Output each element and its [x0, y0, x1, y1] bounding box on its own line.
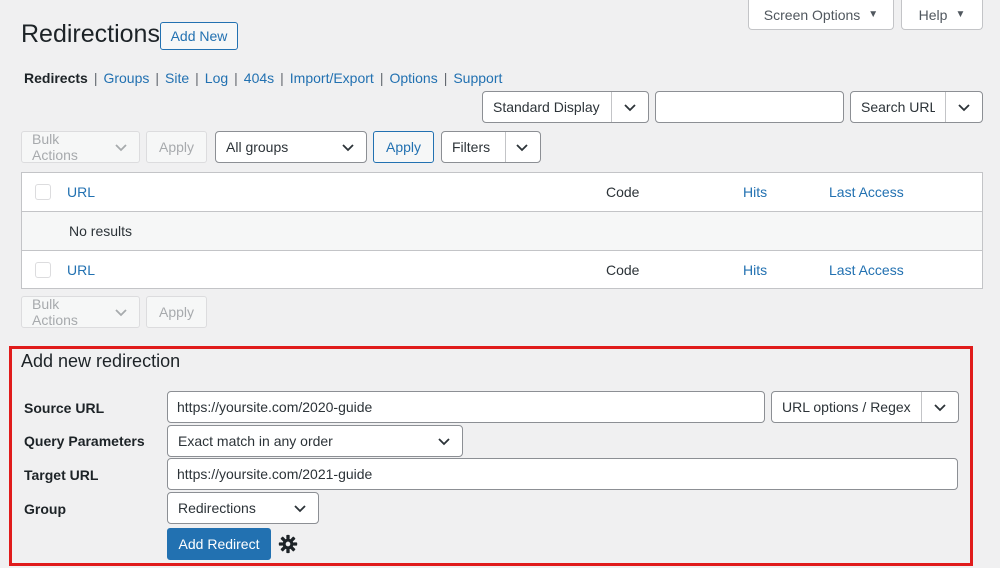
target-url-label: Target URL — [24, 467, 99, 483]
apply-bulk-button-bottom[interactable]: Apply — [146, 296, 207, 328]
query-parameters-select[interactable]: Exact match in any order — [167, 425, 463, 457]
table-footer-row: URL Code Hits Last Access — [22, 250, 982, 289]
source-url-input[interactable]: https://yoursite.com/2020-guide — [167, 391, 765, 423]
apply-bulk-button-top[interactable]: Apply — [146, 131, 207, 163]
chevron-down-icon — [624, 104, 636, 112]
search-type-select[interactable]: Search URL — [850, 91, 983, 123]
subnav-separator: | — [93, 70, 98, 86]
column-footer-hits[interactable]: Hits — [743, 262, 767, 278]
subsubsub-nav: Redirects | Groups | Site | Log | 404s |… — [24, 70, 502, 86]
target-url-value: https://yoursite.com/2021-guide — [177, 466, 373, 482]
chevron-down-icon — [115, 309, 127, 317]
select-all-checkbox[interactable] — [35, 184, 51, 200]
column-header-hits[interactable]: Hits — [743, 184, 767, 200]
url-options-select[interactable]: URL options / Regex — [771, 391, 959, 423]
chevron-down-icon — [958, 104, 970, 112]
subnav-separator: | — [195, 70, 199, 86]
group-select[interactable]: Redirections — [167, 492, 319, 524]
help-tab[interactable]: Help ▼ — [901, 0, 983, 30]
screen-options-tab[interactable]: Screen Options ▼ — [748, 0, 894, 30]
column-footer-last-access[interactable]: Last Access — [829, 262, 904, 278]
filters-label: Filters — [452, 139, 491, 155]
select-divider — [505, 132, 506, 162]
subnav-item-options[interactable]: Options — [389, 70, 437, 86]
display-select-value: Standard Display — [493, 99, 600, 115]
add-new-button[interactable]: Add New — [160, 22, 238, 50]
table-header-row: URL Code Hits Last Access — [22, 173, 982, 212]
query-parameters-value: Exact match in any order — [178, 433, 333, 449]
triangle-down-icon: ▼ — [955, 9, 966, 20]
source-url-value: https://yoursite.com/2020-guide — [177, 399, 373, 415]
help-label: Help — [918, 6, 948, 23]
column-header-url[interactable]: URL — [67, 184, 95, 200]
page-title: Redirections — [21, 20, 160, 48]
target-url-input[interactable]: https://yoursite.com/2021-guide — [167, 458, 958, 490]
query-parameters-label: Query Parameters — [24, 433, 145, 449]
subnav-item-import-export[interactable]: Import/Export — [290, 70, 374, 86]
select-all-checkbox-footer[interactable] — [35, 262, 51, 278]
table-row: No results — [22, 212, 982, 250]
screen-options-label: Screen Options — [763, 6, 861, 23]
group-label: Group — [24, 501, 66, 517]
filters-select[interactable]: Filters — [441, 131, 541, 163]
add-redirection-highlight — [9, 346, 973, 566]
add-redirection-title: Add new redirection — [21, 351, 181, 371]
subnav-separator: | — [155, 70, 160, 86]
subnav-separator: | — [234, 70, 238, 86]
subnav-item-404s[interactable]: 404s — [244, 70, 274, 86]
subnav-separator: | — [280, 70, 284, 86]
group-select-value: Redirections — [178, 500, 256, 516]
search-type-value: Search URL — [861, 99, 935, 115]
select-divider — [611, 92, 612, 122]
display-select[interactable]: Standard Display — [482, 91, 649, 123]
groups-filter-select[interactable]: All groups — [215, 131, 367, 163]
subnav-item-redirects[interactable]: Redirects — [24, 70, 88, 86]
url-options-value: URL options / Regex — [782, 399, 911, 415]
subnav-item-log[interactable]: Log — [205, 70, 228, 86]
gear-icon[interactable] — [278, 534, 298, 554]
groups-filter-value: All groups — [226, 139, 289, 155]
select-divider — [921, 392, 922, 422]
redirects-table: URL Code Hits Last Access No results URL… — [21, 172, 983, 289]
bulk-actions-select-top[interactable]: Bulk Actions — [21, 131, 140, 163]
bulk-actions-label: Bulk Actions — [32, 131, 78, 163]
apply-filter-button[interactable]: Apply — [373, 131, 434, 163]
chevron-down-icon — [934, 404, 946, 412]
subnav-item-support[interactable]: Support — [453, 70, 502, 86]
column-header-last-access[interactable]: Last Access — [829, 184, 904, 200]
chevron-down-icon — [438, 438, 450, 446]
chevron-down-icon — [294, 505, 306, 513]
chevron-down-icon — [342, 144, 354, 152]
column-footer-url[interactable]: URL — [67, 262, 95, 278]
no-results-message: No results — [69, 223, 133, 239]
subnav-item-groups[interactable]: Groups — [103, 70, 149, 86]
chevron-down-icon — [115, 144, 127, 152]
triangle-down-icon: ▼ — [868, 9, 879, 20]
subnav-separator: | — [379, 70, 384, 86]
column-header-code: Code — [606, 184, 640, 200]
source-url-label: Source URL — [24, 400, 105, 416]
bulk-actions-label: Bulk Actions — [32, 296, 78, 328]
select-divider — [945, 92, 946, 122]
column-footer-code: Code — [606, 262, 640, 278]
chevron-down-icon — [516, 144, 528, 152]
add-redirect-button[interactable]: Add Redirect — [167, 528, 271, 560]
subnav-separator: | — [443, 70, 448, 86]
subnav-item-site[interactable]: Site — [165, 70, 189, 86]
bulk-actions-select-bottom[interactable]: Bulk Actions — [21, 296, 140, 328]
search-input[interactable] — [655, 91, 844, 123]
